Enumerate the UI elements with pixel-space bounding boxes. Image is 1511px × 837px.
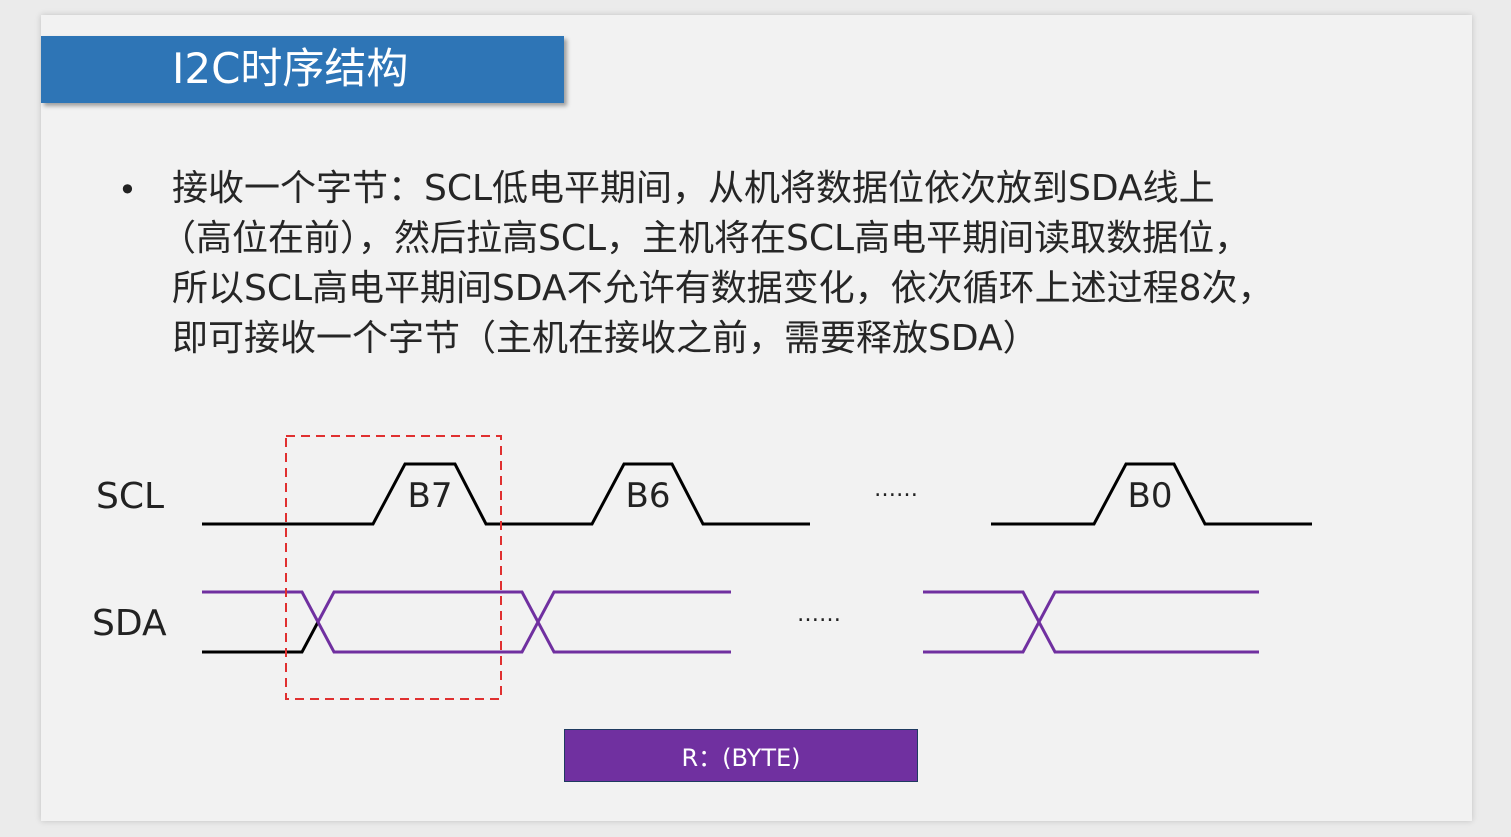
sda-waveform-2	[923, 590, 1259, 654]
sda-ellipsis: ……	[797, 602, 841, 627]
scl-label: SCL	[96, 476, 164, 517]
bit-label-b7: B7	[408, 476, 453, 516]
bit-label-b6: B6	[626, 476, 671, 516]
byte-label-box: R：(BYTE)	[564, 729, 918, 782]
scl-waveform-1	[202, 462, 810, 526]
sda-released-segment	[202, 621, 320, 654]
timing-diagram: SCL SDA B7 B6 B0 …… ……	[92, 435, 1312, 700]
scl-ellipsis: ……	[874, 477, 918, 502]
byte-label: R：(BYTE)	[681, 744, 801, 772]
sda-label: SDA	[92, 603, 167, 644]
sda-waveform-1	[202, 590, 731, 654]
b7-highlight-box	[285, 435, 502, 700]
bit-label-b0: B0	[1128, 476, 1173, 516]
